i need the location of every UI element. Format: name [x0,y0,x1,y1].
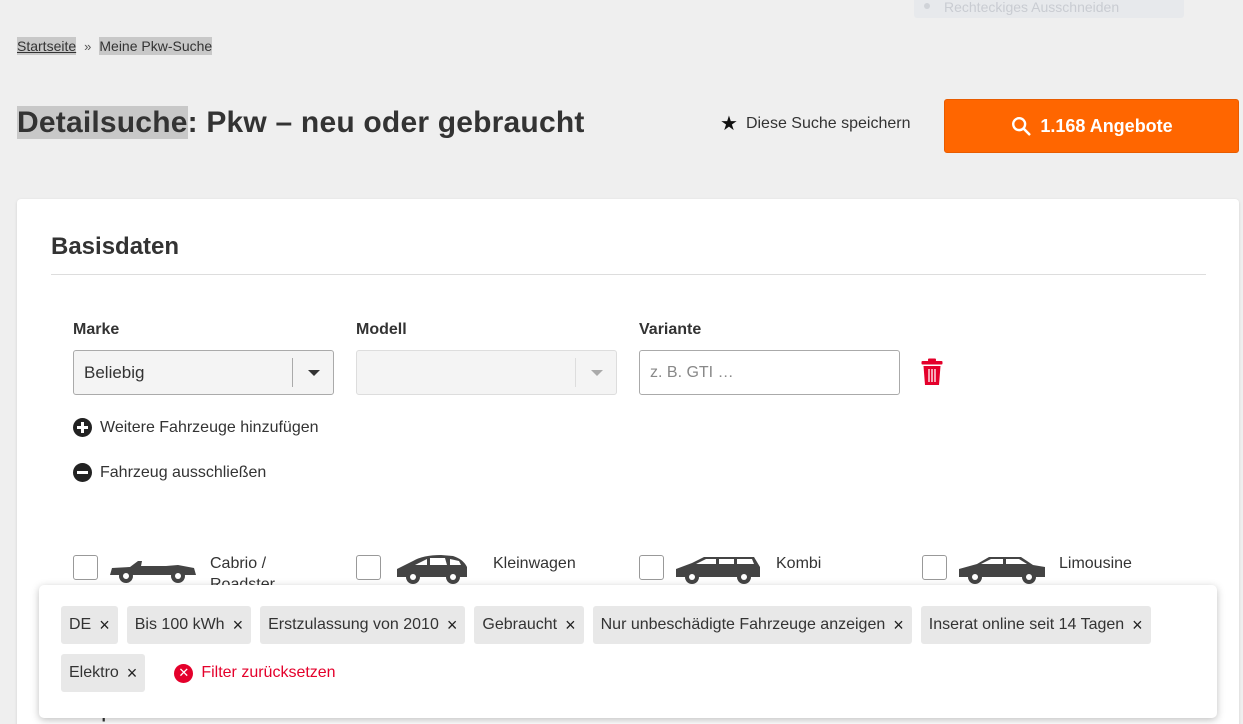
body-type-limousine[interactable]: Limousine [922,553,1149,585]
filter-chip[interactable]: DE × [61,606,118,644]
checkbox[interactable] [73,555,98,580]
page-title-rest: : Pkw – neu oder gebraucht [187,106,585,139]
breadcrumb-separator: » [84,38,92,54]
filter-chip-label: Erstzulassung von 2010 [268,616,439,633]
filter-chip-label: DE [69,616,92,633]
close-icon[interactable]: × [565,616,576,634]
filter-chip[interactable]: Nur unbeschädigte Fahrzeuge anzeigen × [592,606,912,644]
chevron-down-icon [308,370,320,376]
plus-circle-icon [73,418,92,437]
checkbox[interactable] [639,555,664,580]
body-type-label: Limousine [1059,555,1132,572]
save-search-label: Diese Suche speichern [745,115,911,132]
section-divider [51,274,1206,275]
filter-chip-label: Bis 100 kWh [134,616,225,633]
add-vehicles-label: Weitere Fahrzeuge hinzufügen [100,418,319,436]
make-select-value: Beliebig [84,362,145,382]
filter-chip-label: Nur unbeschädigte Fahrzeuge anzeigen [600,616,886,633]
close-icon[interactable]: × [447,616,458,634]
search-icon [1012,117,1031,136]
faded-top-label: Rechteckiges Ausschneiden [914,0,1184,18]
filter-chip-label: Inserat online seit 14 Tagen [928,616,1125,633]
star-icon: ★ [720,113,738,135]
body-type-kombi[interactable]: Kombi [639,553,866,585]
model-select[interactable] [356,350,617,395]
results-count-label: 1.168 Angebote [1040,115,1173,136]
model-label: Modell [356,321,407,338]
body-type-label: Kombi [776,555,822,572]
body-type-kleinwagen[interactable]: Kleinwagen [356,553,583,585]
reset-filters-link[interactable]: ✕ Filter zurücksetzen [174,663,336,683]
page-title-highlight: Detailsuche [17,106,188,139]
close-icon[interactable]: × [233,616,244,634]
section-title: Basisdaten [51,233,180,260]
breadcrumb: Startseite » Meine Pkw-Suche [17,37,213,55]
filter-chip-label: Gebraucht [482,616,558,633]
exclude-vehicle-label: Fahrzeug ausschließen [100,463,267,481]
save-search-button[interactable]: ★ Diese Suche speichern [720,114,910,134]
page-title: Detailsuche: Pkw – neu oder gebraucht [17,106,585,140]
close-icon[interactable]: × [99,616,110,634]
active-filters-bar: DE × Bis 100 kWh × Erstzulassung von 2010 ×… [39,585,1217,718]
make-label: Marke [73,321,120,338]
filter-chip[interactable]: Inserat online seit 14 Tagen × [920,606,1151,644]
breadcrumb-home-link[interactable]: Startseite [17,37,77,55]
filter-chip[interactable]: Elektro × [61,654,146,692]
checkbox[interactable] [356,555,381,580]
chevron-down-icon [591,370,603,376]
checkbox[interactable] [922,555,947,580]
estate-car-icon [676,557,760,584]
add-vehicles-link[interactable]: Weitere Fahrzeuge hinzufügen [73,418,319,437]
filter-chip[interactable]: Bis 100 kWh × [126,606,252,644]
filter-chip[interactable]: Erstzulassung von 2010 × [260,606,466,644]
select-divider [575,358,576,387]
cabrio-icon [110,561,196,583]
variant-input[interactable] [639,350,900,395]
minus-circle-icon [73,463,92,482]
filter-chip[interactable]: Gebraucht × [474,606,584,644]
trash-icon[interactable] [921,358,943,386]
variant-label: Variante [639,321,702,338]
select-divider [292,358,293,387]
body-type-label: Kleinwagen [493,555,576,572]
close-circle-icon: ✕ [174,663,194,683]
filter-chip-label: Elektro [69,664,119,681]
breadcrumb-current: Meine Pkw-Suche [99,37,213,55]
small-car-icon [397,555,467,584]
close-icon[interactable]: × [1132,616,1143,634]
close-icon[interactable]: × [127,664,138,682]
show-results-button[interactable]: 1.168 Angebote [944,99,1239,153]
filter-chip-row: DE × Bis 100 kWh × Erstzulassung von 2010 ×… [61,606,1195,692]
close-icon[interactable]: × [893,616,904,634]
reset-filters-label: Filter zurücksetzen [201,664,336,681]
make-select[interactable]: Beliebig [73,350,334,395]
sedan-icon [959,557,1045,584]
exclude-vehicle-link[interactable]: Fahrzeug ausschließen [73,463,266,482]
